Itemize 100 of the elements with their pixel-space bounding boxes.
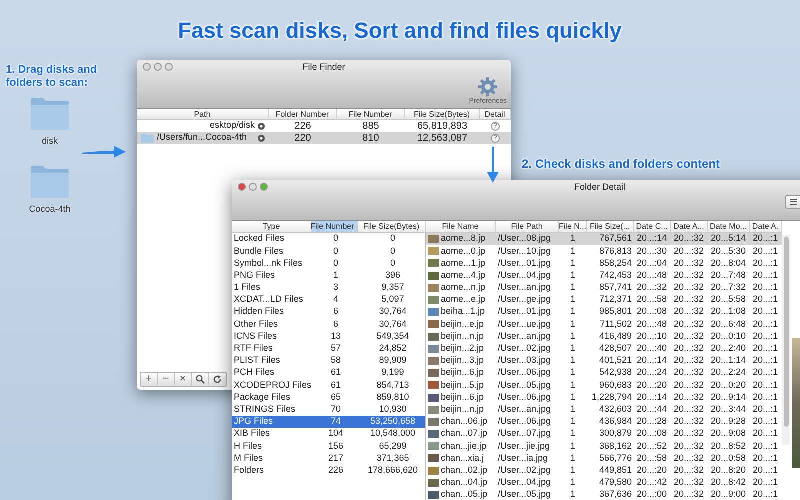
table-cell-text: 20...:1 — [752, 318, 780, 331]
table-cell-text: 1 — [569, 402, 576, 416]
table-row[interactable]: M Files 217 371,365 — [232, 452, 425, 465]
table-row[interactable]: Symbol...nk Files 0 0 — [232, 257, 425, 270]
table-cell-text: 20...5:58 — [710, 293, 748, 306]
table-cell-text: 20...:52 — [636, 440, 668, 453]
table-cell-text: beijin...n.jp — [441, 330, 484, 343]
table-row[interactable]: PLIST Files 58 89,909 — [232, 354, 425, 368]
photo-thumbnail — [428, 332, 439, 341]
table-cell-text: 428,507 — [598, 342, 633, 356]
table-row[interactable]: 1 Files 3 9,357 — [232, 282, 425, 294]
table-cell-text: chan...jie.jp — [441, 440, 487, 453]
table-cell-text: PNG Files — [234, 268, 276, 282]
photo-thumbnail — [428, 394, 439, 402]
table-cell-text: 368,162 — [598, 440, 633, 453]
list-icon — [790, 199, 797, 205]
table-cell-text: 1 — [569, 452, 576, 465]
photo-thumbnail — [428, 296, 439, 304]
table-cell-text: 1 — [569, 330, 576, 343]
column-header[interactable]: Path — [137, 109, 269, 119]
column-header[interactable]: File Size(Bytes) — [405, 109, 480, 119]
table-row[interactable]: XCDAT...LD Files 4 5,097 — [232, 294, 425, 306]
table-cell-text: 449,851 — [598, 464, 633, 477]
table-cell-text: 20...:32 — [673, 452, 706, 465]
table-row[interactable]: Package Files 65 859,810 — [232, 391, 425, 404]
table-row[interactable]: H Files 156 65,299 — [232, 440, 425, 452]
table-row[interactable]: PCH Files 61 9,199 — [232, 367, 425, 380]
table-cell-text: 20...:20 — [636, 378, 668, 392]
table-cell-text: 858,254 — [598, 256, 633, 270]
table-cell-text: 566,776 — [598, 452, 633, 465]
table-row[interactable]: aome...8.jp /User...08.jpg 1 767,561 20...:14 20...:32 20...5:14 20...:1 — [426, 233, 782, 246]
table-cell-text: /User...jie.jpg — [497, 440, 552, 453]
table-cell-text: 20...8:52 — [710, 440, 748, 453]
table-row[interactable]: XCODEPROJ Files 61 854,713 — [232, 379, 425, 392]
table-cell-text: 1 — [569, 342, 576, 356]
table-cell-text: 220 — [294, 132, 312, 146]
scrollbar-thumb[interactable] — [784, 237, 788, 427]
table-cell-text: 20...:1 — [752, 366, 780, 380]
column-header[interactable]: File N... — [559, 221, 587, 232]
toolbar-button[interactable]: + — [141, 373, 158, 386]
table-cell-text: /User...08.jpg — [497, 232, 552, 246]
table-cell-text: aome...n.jp — [441, 281, 486, 294]
table-cell-text: 876,813 — [598, 244, 633, 258]
table-cell-text: beijin...e.jp — [441, 318, 484, 331]
table-cell-text: 53,250,658 — [370, 415, 416, 428]
photo-thumbnail — [428, 491, 439, 500]
table-cell-text: beijin...n.jp — [441, 402, 484, 416]
arrow-icon — [81, 145, 127, 159]
table-cell-text: 1 — [569, 318, 576, 331]
table-cell-text: ICNS Files — [234, 330, 278, 343]
toolbar-button[interactable]: − — [158, 373, 175, 386]
table-row[interactable]: RTF Files 57 24,852 — [232, 342, 425, 355]
table-cell-text: 1 — [569, 354, 576, 368]
table-cell-text: 1,228,794 — [590, 390, 633, 404]
table-cell-text: 20...2:24 — [710, 366, 748, 380]
scrollbar[interactable] — [782, 235, 790, 445]
settings-icon[interactable] — [478, 77, 498, 97]
table-row[interactable]: Folders 226 178,666,620 — [232, 464, 425, 477]
table-cell-text: 3 — [333, 281, 338, 294]
table-row[interactable]: STRINGS Files 70 10,930 — [232, 404, 425, 416]
column-header[interactable]: File Name — [426, 221, 496, 232]
photo-thumbnail — [428, 344, 439, 353]
table-cell-text: 5,097 — [382, 293, 404, 306]
table-cell-text: RTF Files — [234, 342, 273, 356]
table-row[interactable]: Locked Files 0 0 — [232, 233, 425, 246]
column-header[interactable]: Date A... — [671, 221, 708, 232]
photo-thumbnail — [428, 320, 439, 328]
column-header[interactable]: Date C... — [634, 221, 671, 232]
column-header[interactable]: Date Mo... — [708, 221, 750, 232]
table-cell-text: 479,580 — [598, 476, 633, 490]
column-header[interactable]: Date A. — [750, 221, 782, 232]
table-cell-text: 20...2:40 — [710, 342, 748, 356]
table-cell-text: /User...an.jpg — [497, 402, 552, 416]
table-cell-text: 20...:30 — [636, 244, 668, 258]
table-cell-text: /User...04.jpg — [497, 476, 552, 490]
column-header[interactable]: File Size(... — [587, 221, 634, 232]
table-cell-text: 20...:1 — [752, 232, 780, 246]
table-cell-text: 20...:1 — [752, 378, 780, 392]
column-header[interactable]: Folder Number — [269, 109, 337, 119]
table-cell-text: 20...1:08 — [710, 305, 748, 318]
folder-icon[interactable] — [30, 163, 70, 199]
table-cell-text: 20...:48 — [636, 268, 668, 282]
table-cell-text: 20...:32 — [673, 318, 706, 331]
photo-thumbnail — [428, 430, 439, 438]
table-row[interactable]: PNG Files 1 396 — [232, 270, 425, 282]
table-row[interactable]: ICNS Files 13 549,354 — [232, 330, 425, 343]
table-row[interactable]: Bundle Files 0 0 — [232, 245, 425, 258]
toolbar-button[interactable]: × — [175, 373, 192, 386]
column-header[interactable]: Detail — [480, 109, 511, 119]
table-row[interactable]: Other Files 6 30,764 — [232, 318, 425, 330]
column-header[interactable]: File Number — [312, 221, 358, 232]
column-header[interactable]: File Path — [496, 221, 559, 232]
table-cell-text: 20...0:10 — [710, 330, 748, 343]
table-row[interactable]: JPG Files 74 53,250,658 — [232, 416, 425, 428]
column-header[interactable]: File Number — [337, 109, 405, 119]
table-cell-text: 1 — [569, 305, 576, 318]
folder-icon[interactable] — [30, 95, 70, 131]
table-cell-text: 20...:32 — [673, 330, 706, 343]
table-row[interactable]: XIB Files 104 10,548,000 — [232, 428, 425, 440]
table-row[interactable]: Hidden Files 6 30,764 — [232, 306, 425, 318]
